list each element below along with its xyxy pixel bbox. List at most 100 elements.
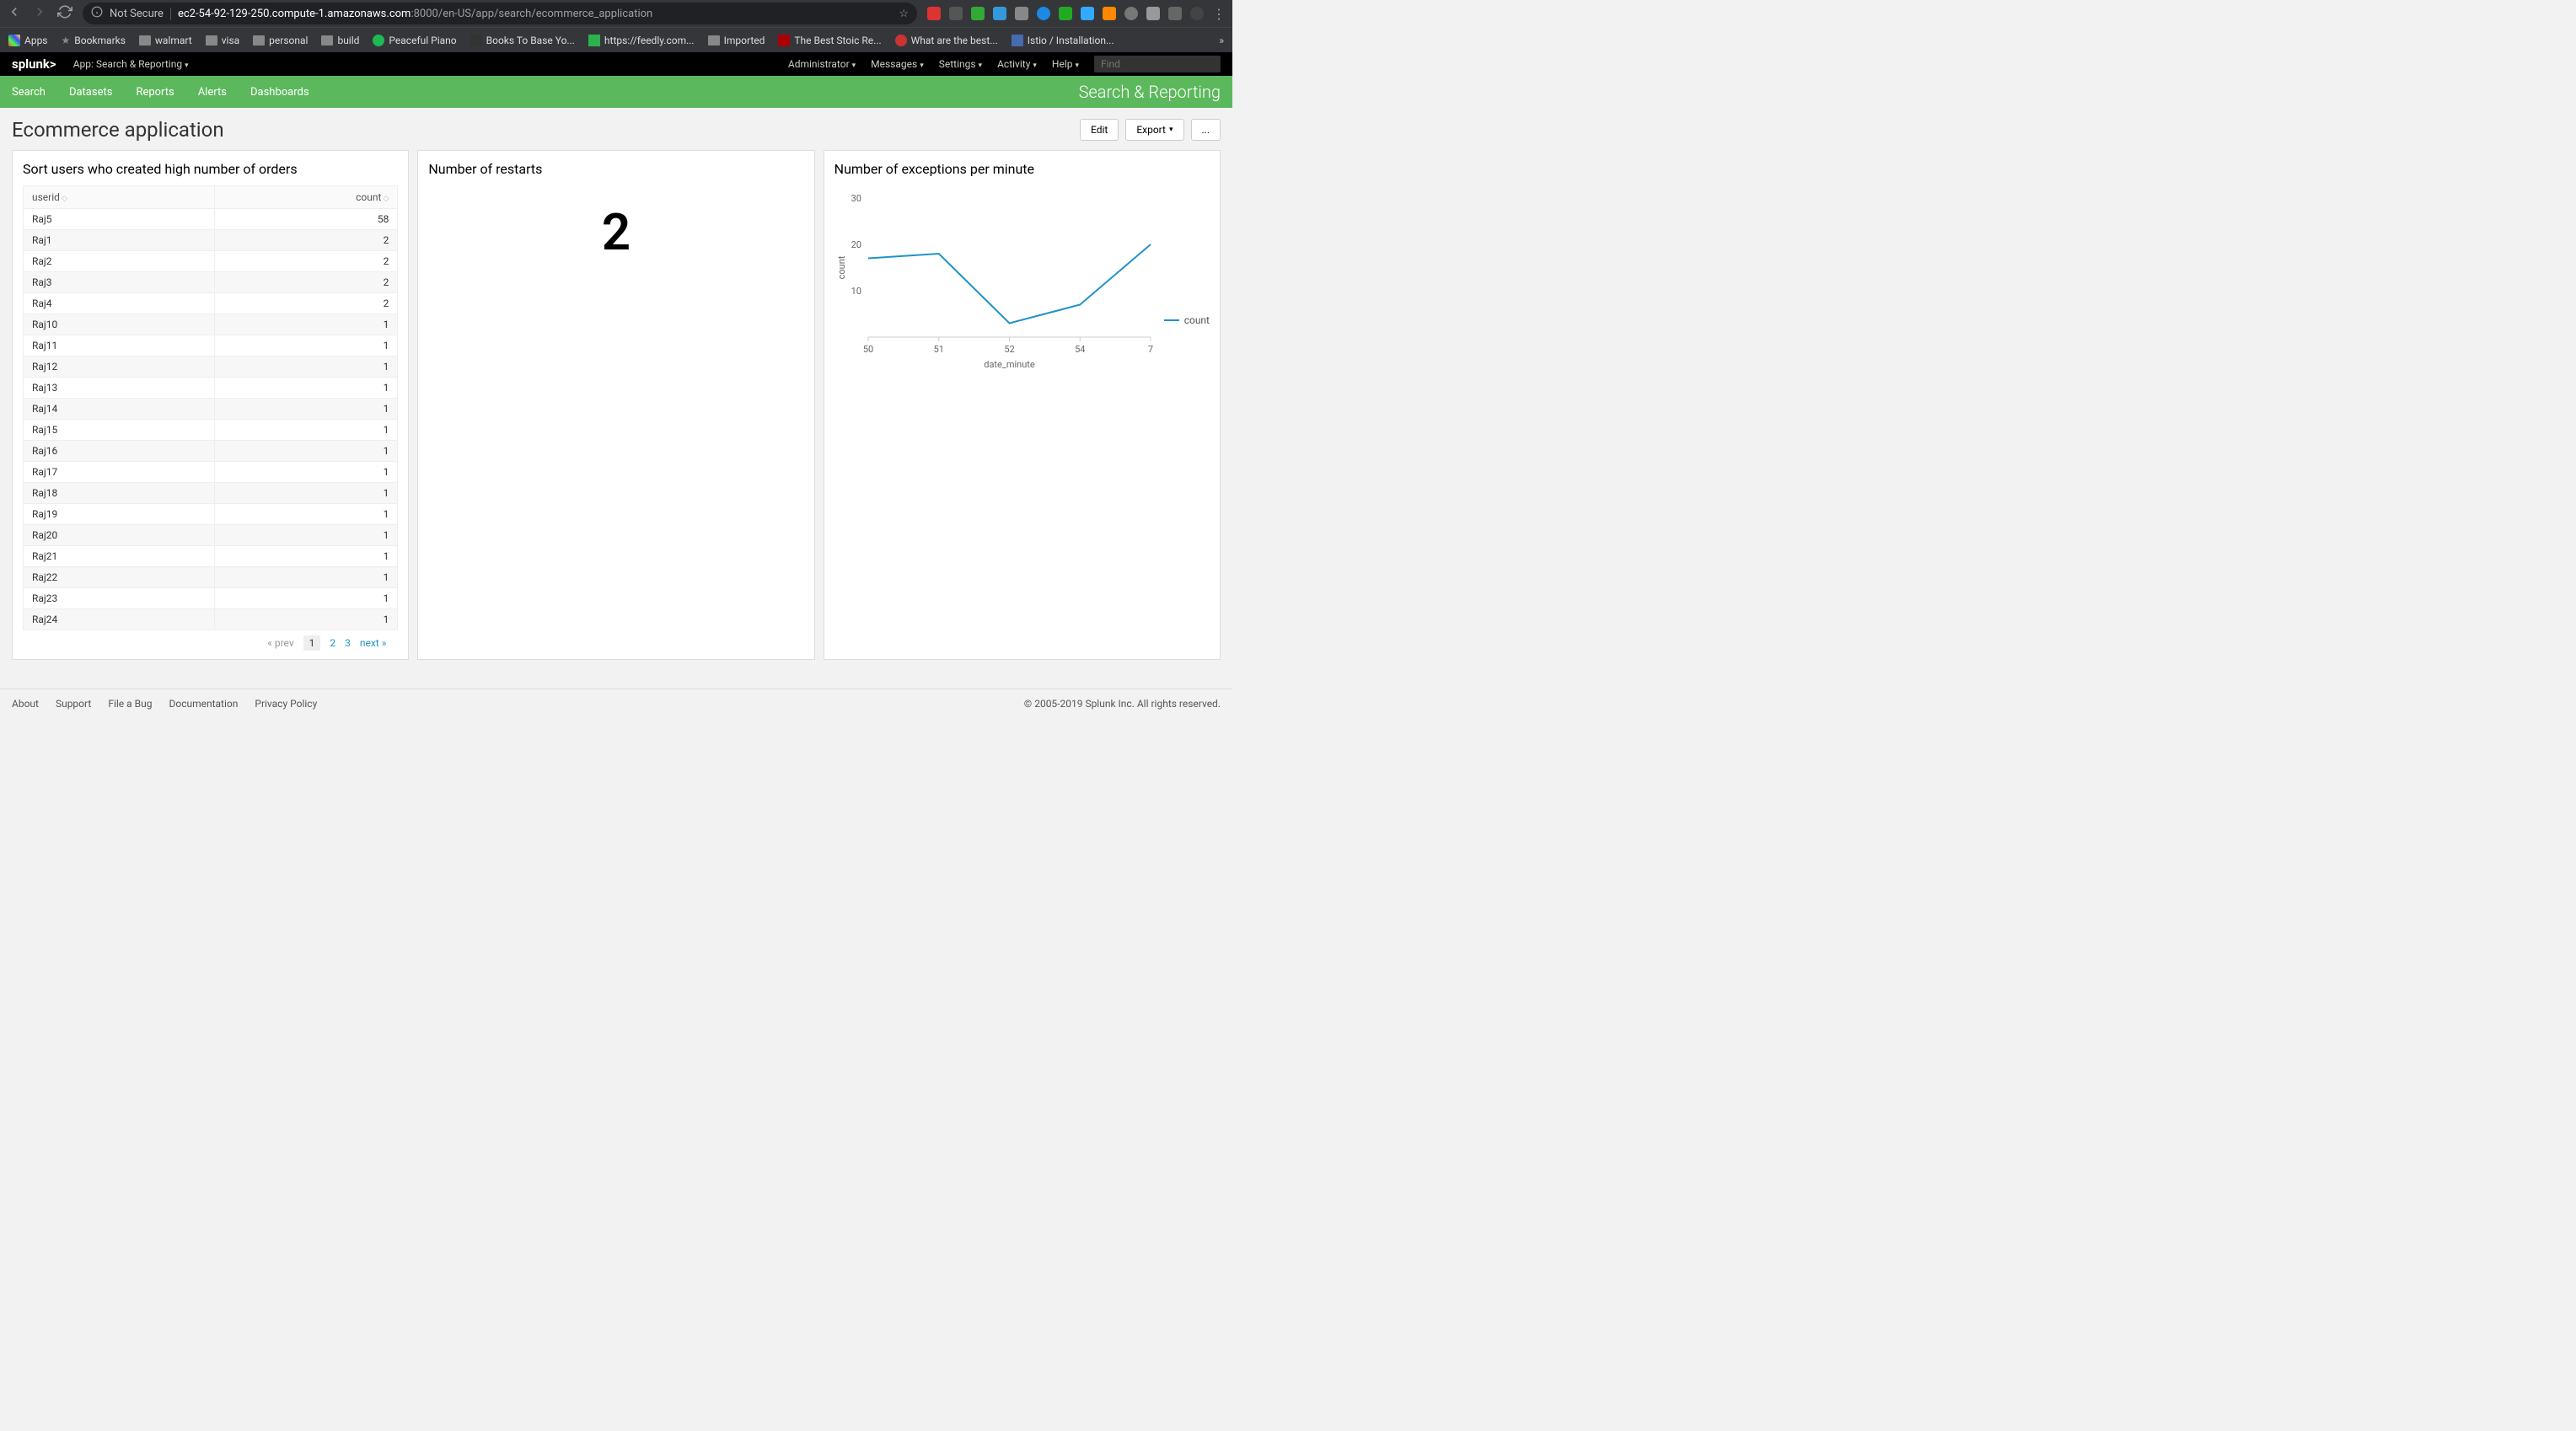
- extension-icon[interactable]: [1146, 7, 1160, 20]
- bookmark-istio[interactable]: Istio / Installation...: [1012, 35, 1114, 46]
- table-row[interactable]: Raj12: [24, 230, 398, 251]
- table-row[interactable]: Raj181: [24, 483, 398, 504]
- bookmark-imported[interactable]: Imported: [708, 35, 765, 46]
- bookmark-what-are-best[interactable]: What are the best...: [895, 35, 998, 46]
- bookmark-feedly[interactable]: https://feedly.com...: [588, 35, 695, 46]
- extension-icons: ⋮: [927, 6, 1226, 22]
- administrator-menu[interactable]: Administrator ▾: [788, 58, 856, 70]
- extension-icon[interactable]: [1124, 7, 1138, 20]
- bookmark-apps[interactable]: Apps: [8, 35, 48, 46]
- table-row[interactable]: Raj231: [24, 588, 398, 609]
- page-3[interactable]: 3: [345, 637, 351, 649]
- table-row[interactable]: Raj22: [24, 251, 398, 272]
- extension-icon[interactable]: [1168, 7, 1182, 20]
- edit-button[interactable]: Edit: [1080, 119, 1119, 141]
- cell-count: 1: [214, 504, 397, 525]
- cell-userid: Raj4: [24, 293, 215, 314]
- page-2[interactable]: 2: [330, 637, 335, 649]
- activity-menu[interactable]: Activity ▾: [997, 58, 1037, 70]
- cell-userid: Raj14: [24, 399, 215, 420]
- legend-line-icon: [1164, 319, 1179, 321]
- table-row[interactable]: Raj141: [24, 399, 398, 420]
- nav-datasets[interactable]: Datasets: [69, 86, 113, 99]
- find-input[interactable]: [1094, 56, 1221, 72]
- bookmark-visa[interactable]: visa: [206, 35, 239, 46]
- reload-button-icon[interactable]: [57, 4, 72, 23]
- extension-icon[interactable]: [993, 7, 1006, 20]
- cell-userid: Raj20: [24, 525, 215, 546]
- extension-icon[interactable]: [1015, 7, 1028, 20]
- settings-menu[interactable]: Settings ▾: [939, 58, 982, 70]
- nav-alerts[interactable]: Alerts: [198, 86, 227, 99]
- page-1[interactable]: 1: [303, 635, 321, 651]
- footer-privacy[interactable]: Privacy Policy: [255, 698, 317, 710]
- security-status[interactable]: Not Secure: [110, 8, 171, 20]
- extension-icon[interactable]: [949, 7, 963, 20]
- table-row[interactable]: Raj161: [24, 441, 398, 462]
- extension-icon[interactable]: [1103, 7, 1116, 20]
- table-row[interactable]: Raj121: [24, 356, 398, 378]
- chevron-down-icon: ▾: [1169, 126, 1173, 134]
- table-row[interactable]: Raj558: [24, 209, 398, 230]
- svg-text:30: 30: [851, 194, 861, 204]
- app-selector[interactable]: App: Search & Reporting ▾: [73, 58, 189, 70]
- table-row[interactable]: Raj131: [24, 378, 398, 399]
- table-row[interactable]: Raj241: [24, 609, 398, 630]
- bookmark-build[interactable]: build: [321, 35, 359, 46]
- table-row[interactable]: Raj111: [24, 335, 398, 356]
- table-row[interactable]: Raj42: [24, 293, 398, 314]
- avatar-icon[interactable]: [1190, 7, 1204, 20]
- extension-icon[interactable]: [1059, 7, 1072, 20]
- footer-documentation[interactable]: Documentation: [169, 698, 238, 710]
- extension-icon[interactable]: [1037, 7, 1050, 20]
- table-row[interactable]: Raj151: [24, 420, 398, 441]
- info-icon[interactable]: [91, 6, 103, 21]
- line-chart[interactable]: 302010505152547date_minutecount: [835, 194, 1156, 374]
- nav-reports[interactable]: Reports: [136, 86, 174, 99]
- table-row[interactable]: Raj201: [24, 525, 398, 546]
- table-row[interactable]: Raj171: [24, 462, 398, 483]
- bookmark-stoic[interactable]: The Best Stoic Re...: [778, 35, 881, 46]
- more-button[interactable]: ...: [1191, 119, 1221, 141]
- extension-icon[interactable]: [1081, 7, 1094, 20]
- page-next[interactable]: next »: [360, 637, 386, 649]
- cell-count: 1: [214, 567, 397, 588]
- svg-text:10: 10: [851, 286, 861, 297]
- bookmark-personal[interactable]: personal: [253, 35, 308, 46]
- table-row[interactable]: Raj221: [24, 567, 398, 588]
- help-menu[interactable]: Help ▾: [1052, 58, 1079, 70]
- col-count[interactable]: count◇: [214, 186, 397, 209]
- cell-userid: Raj15: [24, 420, 215, 441]
- splunk-logo[interactable]: splunk>: [12, 56, 56, 72]
- table-row[interactable]: Raj211: [24, 546, 398, 567]
- footer-about[interactable]: About: [12, 698, 39, 710]
- table-row[interactable]: Raj32: [24, 272, 398, 293]
- messages-menu[interactable]: Messages ▾: [871, 58, 924, 70]
- extension-icon[interactable]: [971, 7, 985, 20]
- extension-icon[interactable]: [927, 7, 941, 20]
- footer-support[interactable]: Support: [56, 698, 91, 710]
- menu-icon[interactable]: ⋮: [1212, 6, 1226, 22]
- address-bar[interactable]: Not Secure ec2-54-92-129-250.compute-1.a…: [83, 3, 917, 24]
- bookmark-walmart[interactable]: walmart: [139, 35, 192, 46]
- nav-dashboards[interactable]: Dashboards: [250, 86, 309, 99]
- back-button-icon[interactable]: [7, 4, 22, 23]
- footer-file-bug[interactable]: File a Bug: [108, 698, 152, 710]
- cell-count: 2: [214, 293, 397, 314]
- svg-text:count: count: [836, 255, 847, 279]
- browser-toolbar: Not Secure ec2-54-92-129-250.compute-1.a…: [0, 0, 1232, 27]
- svg-text:20: 20: [851, 239, 861, 250]
- export-button[interactable]: Export ▾: [1125, 119, 1183, 141]
- bookmark-star-icon[interactable]: ☆: [899, 8, 909, 20]
- table-row[interactable]: Raj101: [24, 314, 398, 335]
- bookmark-bookmarks[interactable]: ★Bookmarks: [62, 35, 126, 46]
- cell-userid: Raj19: [24, 504, 215, 525]
- bookmarks-overflow-icon[interactable]: »: [1219, 35, 1224, 46]
- cell-userid: Raj21: [24, 546, 215, 567]
- nav-search[interactable]: Search: [12, 86, 46, 99]
- bookmark-books[interactable]: Books To Base Yo...: [470, 35, 575, 46]
- bookmark-peaceful-piano[interactable]: Peaceful Piano: [373, 35, 456, 46]
- col-userid[interactable]: userid◇: [24, 186, 215, 209]
- cell-userid: Raj12: [24, 356, 215, 378]
- table-row[interactable]: Raj191: [24, 504, 398, 525]
